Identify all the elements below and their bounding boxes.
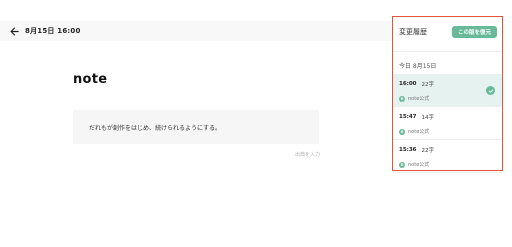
author-name: note公式 bbox=[408, 129, 430, 135]
avatar: n bbox=[399, 128, 405, 135]
version-item[interactable]: 15:47 14字 n note公式 bbox=[393, 107, 502, 140]
author-name: note公式 bbox=[408, 96, 430, 102]
version-history-panel: 変更履歴 この版を復元 今日 8月15日 16:00 22字 n note公式 … bbox=[392, 16, 503, 173]
version-time: 15:47 bbox=[399, 114, 417, 120]
version-meta: 16:00 22字 bbox=[399, 80, 496, 88]
arrow-left-icon bbox=[9, 26, 19, 36]
quote-text: だれもが創作をはじめ、続けられるようにする。 bbox=[89, 124, 222, 132]
avatar: n bbox=[399, 95, 405, 102]
version-time: 15:36 bbox=[399, 147, 417, 153]
version-char-count: 22字 bbox=[421, 82, 435, 88]
history-section-date: 今日 8月15日 bbox=[399, 63, 437, 70]
blockquote[interactable]: だれもが創作をはじめ、続けられるようにする。 bbox=[73, 110, 319, 144]
panel-header: 変更履歴 この版を復元 bbox=[393, 17, 502, 47]
note-title[interactable]: note bbox=[73, 72, 107, 87]
version-item[interactable]: 16:00 22字 n note公式 bbox=[393, 74, 502, 107]
version-time: 16:00 bbox=[399, 81, 417, 87]
version-meta: 15:47 14字 bbox=[399, 113, 496, 121]
version-meta: 15:36 22字 bbox=[399, 146, 496, 154]
version-char-count: 22字 bbox=[421, 148, 435, 154]
editor-header: 8月15日 16:00 bbox=[0, 21, 392, 41]
back-button[interactable] bbox=[3, 21, 25, 41]
version-item[interactable]: 15:36 22字 n note公式 bbox=[393, 140, 502, 173]
version-author: n note公式 bbox=[399, 161, 496, 168]
author-name: note公式 bbox=[408, 162, 430, 168]
check-circle-icon bbox=[486, 86, 495, 95]
version-char-count: 14字 bbox=[421, 115, 435, 121]
version-date-title: 8月15日 16:00 bbox=[25, 27, 81, 35]
version-author: n note公式 bbox=[399, 128, 496, 135]
quote-source-input[interactable] bbox=[240, 150, 320, 160]
avatar: n bbox=[399, 161, 405, 168]
panel-title: 変更履歴 bbox=[399, 28, 427, 36]
restore-version-button[interactable]: この版を復元 bbox=[451, 26, 497, 38]
version-author: n note公式 bbox=[399, 95, 496, 102]
